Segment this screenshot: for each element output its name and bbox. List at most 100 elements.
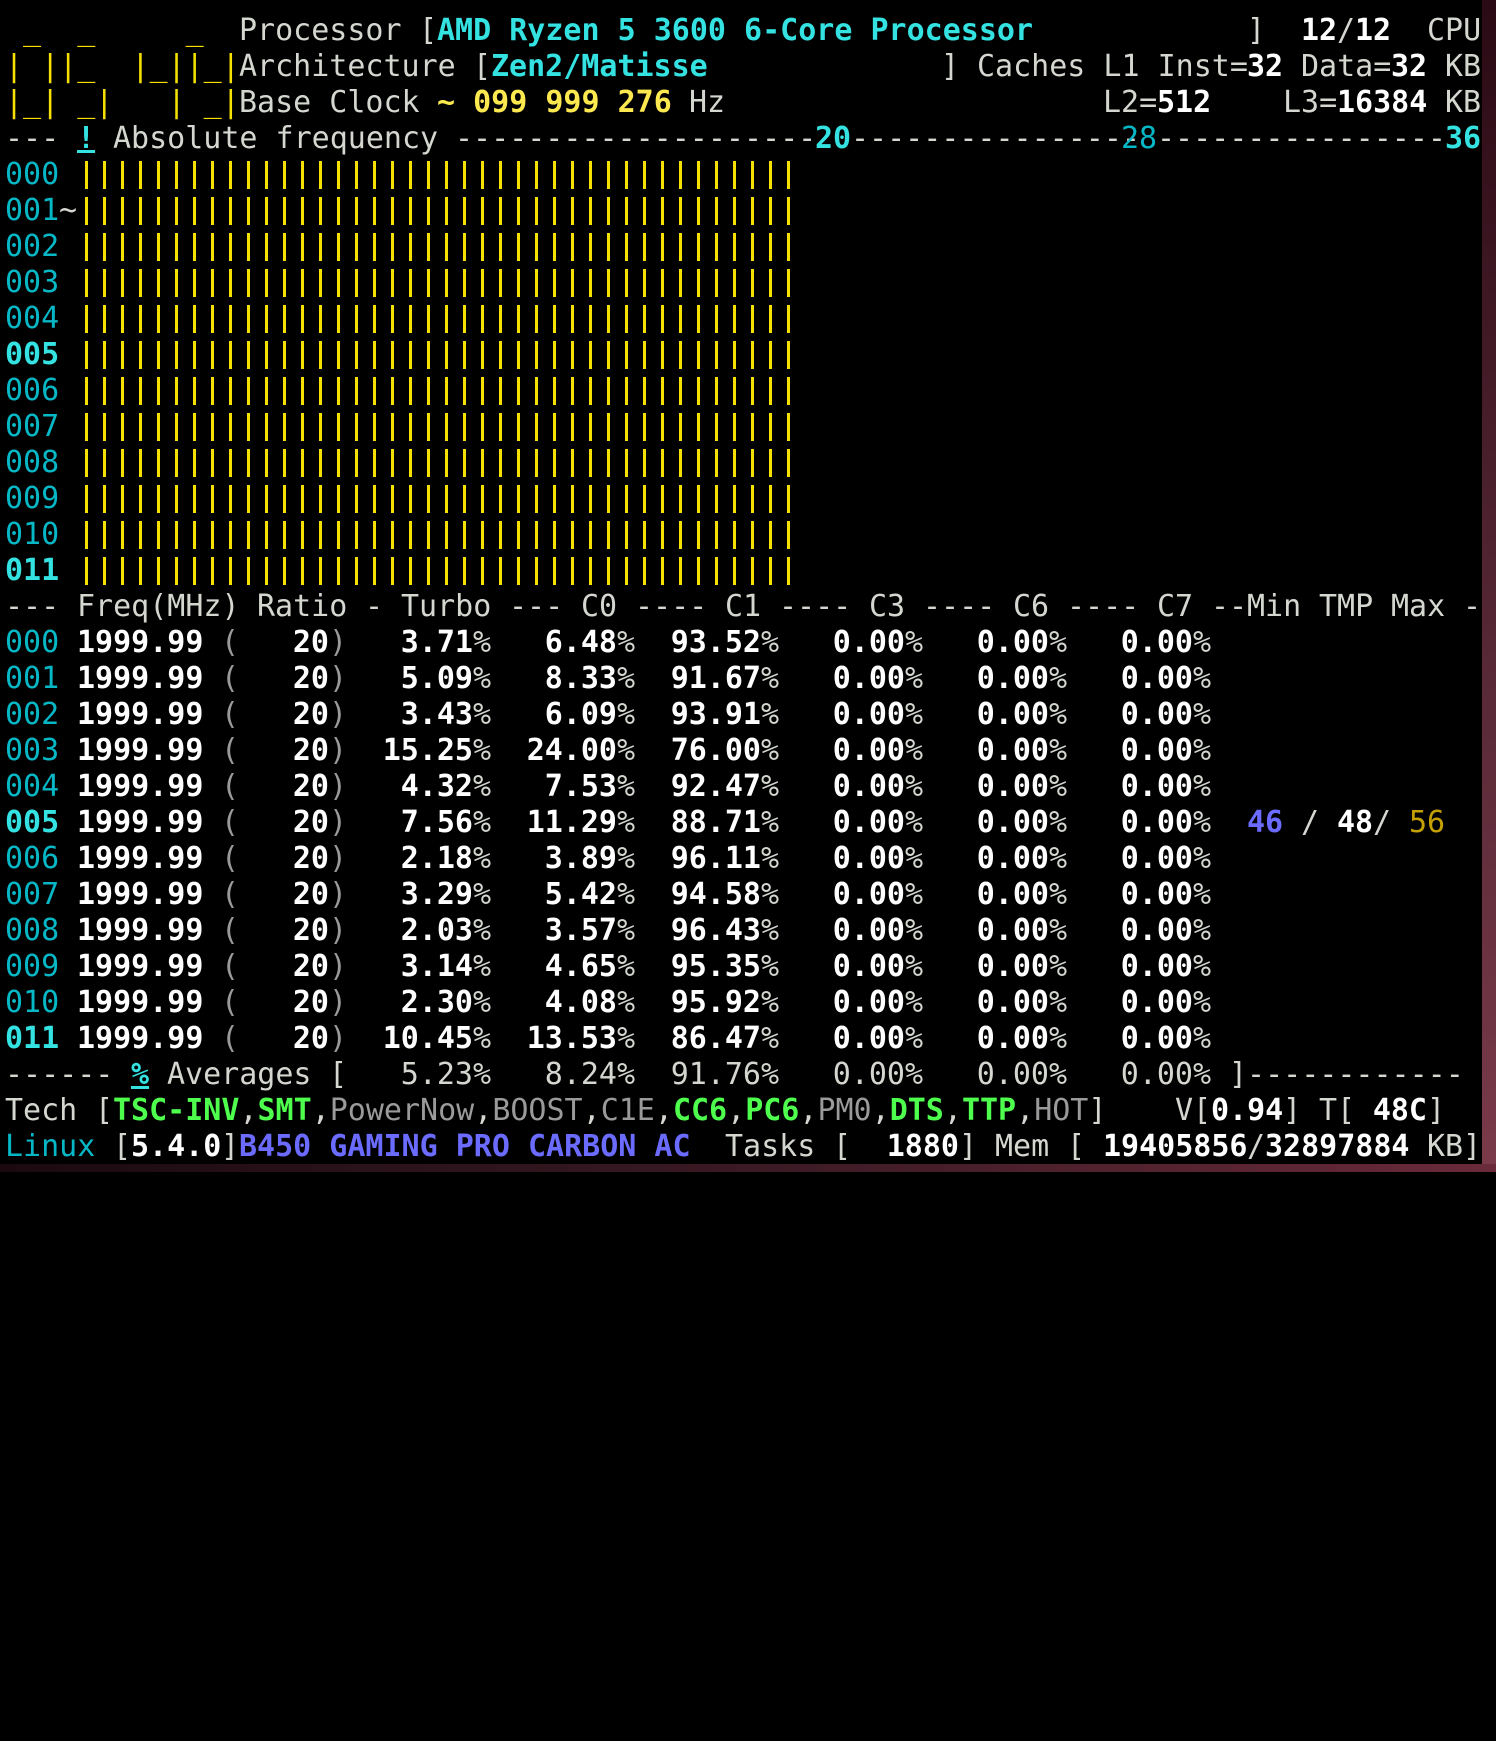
ratio-value: 20: [292, 949, 329, 984]
core-id: 000: [5, 157, 60, 192]
col-max: Max: [1391, 589, 1446, 624]
architecture-label: Architecture: [239, 49, 456, 84]
tech-flag-ttp: TTP: [961, 1093, 1017, 1128]
core-id: 002: [5, 697, 60, 732]
c6-value: 0.00: [976, 733, 1049, 768]
paren-close: ): [329, 913, 348, 948]
window-edge: [1482, 0, 1496, 1172]
paren-close: ): [329, 805, 348, 840]
percent-sign: %: [905, 1021, 924, 1056]
percent-toggle[interactable]: %: [131, 1057, 149, 1093]
percent-sign: %: [1193, 697, 1212, 732]
tasks-label: Tasks: [725, 1129, 816, 1164]
l3-label: L3=: [1283, 85, 1338, 120]
percent-sign: %: [617, 625, 636, 660]
paren-close: ): [329, 985, 348, 1020]
percent-sign: %: [473, 1021, 492, 1056]
paren-close: ): [329, 661, 348, 696]
l2-label: L2=: [1103, 85, 1158, 120]
col-c1: C1: [725, 589, 762, 624]
c0-value: 3.57: [544, 913, 617, 948]
percent-sign: %: [761, 913, 780, 948]
percent-sign: %: [905, 949, 924, 984]
voltage-value: 0.94: [1211, 1093, 1284, 1128]
base-clock-value: ~ 099 999 276: [437, 85, 672, 120]
core-id: 007: [5, 877, 60, 912]
percent-sign: %: [1049, 1021, 1068, 1056]
ratio-value: 20: [292, 985, 329, 1020]
percent-sign: %: [761, 697, 780, 732]
avg-turbo: 5.23: [400, 1057, 473, 1092]
percent-sign: %: [1049, 949, 1068, 984]
c0-value: 24.00: [526, 733, 617, 768]
col-c0: C0: [581, 589, 618, 624]
mem-label: Mem: [995, 1129, 1050, 1164]
board-name: B450 GAMING PRO CARBON AC: [239, 1129, 691, 1164]
core-id: 009: [5, 949, 60, 984]
c7-value: 0.00: [1120, 625, 1193, 660]
core-id: 011: [5, 553, 60, 588]
percent-sign: %: [1049, 985, 1068, 1020]
freq-value: 1999.99: [77, 949, 204, 984]
core-id: 001: [5, 193, 60, 228]
core-id: 007: [5, 409, 60, 444]
frequency-mode-toggle[interactable]: !: [77, 121, 95, 157]
frequency-bar: [85, 377, 790, 405]
c1-value: 92.47: [670, 769, 761, 804]
freq-value: 1999.99: [77, 733, 204, 768]
c6-value: 0.00: [976, 769, 1049, 804]
tech-flag-tsc-inv: TSC-INV: [113, 1093, 240, 1128]
ruler-tick-28: 28: [1121, 121, 1158, 156]
paren-open: (: [221, 949, 240, 984]
avg-c3: 0.00: [832, 1057, 905, 1092]
header-line-2: | ||_ |_||_| Architecture [ Zen2/Matisse…: [5, 49, 1482, 84]
percent-sign: %: [1049, 733, 1068, 768]
percent-sign: %: [905, 877, 924, 912]
percent-sign: %: [617, 985, 636, 1020]
turbo-value: 2.30: [400, 985, 473, 1020]
percent-sign: %: [905, 697, 924, 732]
turbo-value: 2.03: [400, 913, 473, 948]
processor-name: AMD Ryzen 5 3600 6-Core Processor: [437, 13, 1034, 48]
percent-sign: %: [1049, 913, 1068, 948]
core-id: 003: [5, 265, 60, 300]
c6-value: 0.00: [976, 1021, 1049, 1056]
percent-sign: %: [761, 805, 780, 840]
c7-value: 0.00: [1120, 805, 1193, 840]
logo-line-1: _ _ _: [5, 13, 204, 48]
ratio-value: 20: [292, 913, 329, 948]
mem-unit: KB: [1427, 1129, 1464, 1164]
absolute-frequency-title: Absolute frequency: [113, 121, 439, 156]
turbo-value: 7.56: [400, 805, 473, 840]
c1-value: 95.92: [670, 985, 761, 1020]
paren-open: (: [221, 769, 240, 804]
slash: /: [1373, 805, 1392, 840]
percent-sign: %: [473, 985, 492, 1020]
freq-value: 1999.99: [77, 661, 204, 696]
c1-value: 88.71: [670, 805, 761, 840]
c7-value: 0.00: [1120, 949, 1193, 984]
header-line-3: |_| _| | _| Base Clock ~ 099 999 276 Hz …: [5, 85, 1481, 121]
flag-separator: ,: [311, 1093, 330, 1128]
tech-flags: TSC-INV,SMT,PowerNow,BOOST,C1E,CC6,PC6,P…: [113, 1093, 1106, 1129]
c0-value: 4.65: [544, 949, 617, 984]
core-id: 002: [5, 229, 60, 264]
percent-sign: %: [473, 625, 492, 660]
percent-sign: %: [1193, 841, 1212, 876]
percent-sign: %: [761, 1021, 780, 1056]
frequency-bar: [85, 449, 790, 477]
col-c6: C6: [1013, 589, 1050, 624]
core-id: 006: [5, 841, 60, 876]
paren-open: (: [221, 1021, 240, 1056]
percent-sign: %: [761, 733, 780, 768]
percent-sign: %: [473, 877, 492, 912]
col-tmp: TMP: [1319, 589, 1374, 624]
core-id: 004: [5, 769, 60, 804]
percent-sign: %: [617, 949, 636, 984]
c0-value: 13.53: [526, 1021, 617, 1056]
c1-value: 95.35: [670, 949, 761, 984]
frequency-bar: [85, 485, 790, 513]
c6-value: 0.00: [976, 661, 1049, 696]
paren-open: (: [221, 841, 240, 876]
percent-sign: %: [473, 697, 492, 732]
